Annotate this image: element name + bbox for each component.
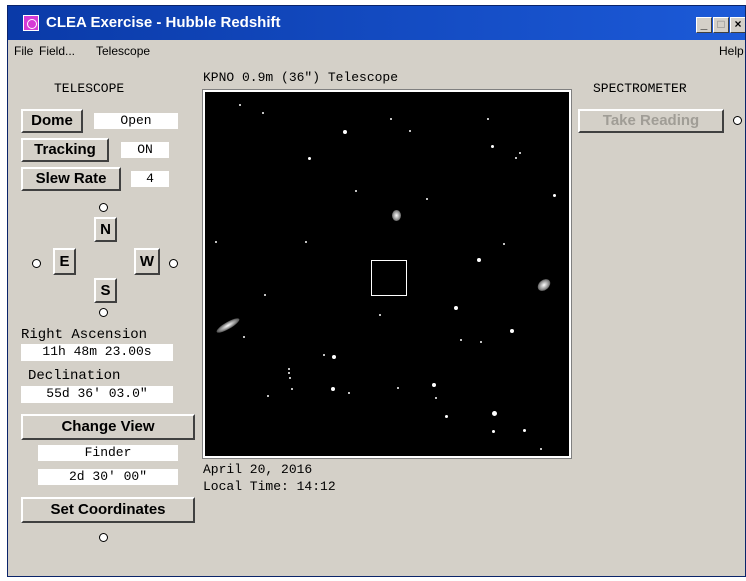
tracking-status: ON xyxy=(121,142,169,158)
star xyxy=(480,341,482,343)
star xyxy=(355,190,357,192)
south-button[interactable]: S xyxy=(94,278,117,303)
slew-rate-button-label: Slew Rate xyxy=(35,170,107,187)
galaxy-image xyxy=(214,315,242,336)
star xyxy=(243,336,245,338)
menu-telescope[interactable]: Telescope xyxy=(96,44,150,58)
menu-file[interactable]: File xyxy=(14,44,33,58)
star xyxy=(503,243,505,245)
app-window: CLEA Exercise - Hubble Redshift _ □ × Fi… xyxy=(7,5,746,577)
star xyxy=(348,392,350,394)
north-indicator xyxy=(99,203,108,212)
set-coordinates-button-label: Set Coordinates xyxy=(50,501,166,518)
star xyxy=(215,241,217,243)
star xyxy=(264,294,266,296)
star xyxy=(540,448,542,450)
close-icon[interactable]: × xyxy=(730,17,745,33)
star xyxy=(460,339,462,341)
west-button-label: W xyxy=(139,253,155,270)
south-button-label: S xyxy=(100,282,111,299)
east-indicator xyxy=(32,259,41,268)
star xyxy=(267,395,269,397)
target-reticle xyxy=(371,260,407,296)
window-title: CLEA Exercise - Hubble Redshift xyxy=(46,14,281,31)
dome-button-label: Dome xyxy=(31,112,73,129)
maximize-icon[interactable]: □ xyxy=(713,17,729,33)
ra-value: 11h 48m 23.00s xyxy=(21,344,173,361)
change-view-button-label: Change View xyxy=(61,418,155,435)
tracking-button-label: Tracking xyxy=(34,141,96,158)
star xyxy=(332,355,336,359)
star xyxy=(515,157,517,159)
menu-bar: File Field... Telescope Help xyxy=(8,40,745,62)
star xyxy=(445,415,448,418)
star xyxy=(477,258,481,262)
field-size-value: 2d 30' 00" xyxy=(38,469,178,485)
local-time-text: Local Time: 14:12 xyxy=(203,479,336,494)
minimize-icon[interactable]: _ xyxy=(696,17,712,33)
tracking-button[interactable]: Tracking xyxy=(21,138,109,162)
star xyxy=(492,411,497,416)
star xyxy=(308,157,311,160)
spectrometer-section-title: SPECTROMETER xyxy=(593,81,687,96)
dec-label: Declination xyxy=(28,368,121,384)
star xyxy=(553,194,556,197)
date-text: April 20, 2016 xyxy=(203,462,313,477)
north-button[interactable]: N xyxy=(94,217,117,242)
star xyxy=(491,145,494,148)
west-button[interactable]: W xyxy=(134,248,160,275)
slew-rate-button[interactable]: Slew Rate xyxy=(21,167,121,191)
star xyxy=(523,429,526,432)
dome-status: Open xyxy=(94,113,178,129)
south-indicator xyxy=(99,308,108,317)
app-icon xyxy=(23,15,39,31)
star xyxy=(519,152,521,154)
dome-button[interactable]: Dome xyxy=(21,109,83,133)
star xyxy=(262,112,264,114)
star xyxy=(289,377,291,379)
take-reading-button[interactable]: Take Reading xyxy=(578,109,724,133)
north-button-label: N xyxy=(100,221,111,238)
star xyxy=(409,130,411,132)
change-view-button[interactable]: Change View xyxy=(21,414,195,440)
star xyxy=(432,383,436,387)
star xyxy=(343,130,347,134)
star xyxy=(510,329,514,333)
star xyxy=(487,118,489,120)
star xyxy=(305,241,307,243)
telescope-view[interactable] xyxy=(202,89,572,459)
star xyxy=(454,306,458,310)
take-reading-button-label: Take Reading xyxy=(602,112,700,129)
dec-value: 55d 36' 03.0" xyxy=(21,386,173,403)
menu-help[interactable]: Help xyxy=(719,44,744,58)
menu-field[interactable]: Field... xyxy=(39,44,75,58)
star xyxy=(239,104,241,106)
star xyxy=(291,388,293,390)
view-mode-value: Finder xyxy=(38,445,178,461)
west-indicator xyxy=(169,259,178,268)
set-coordinates-button[interactable]: Set Coordinates xyxy=(21,497,195,523)
star xyxy=(390,118,392,120)
title-bar: CLEA Exercise - Hubble Redshift _ □ × xyxy=(8,6,745,40)
slew-rate-value: 4 xyxy=(131,171,169,187)
star xyxy=(435,397,437,399)
galaxy-image xyxy=(392,210,401,221)
viewport-title: KPNO 0.9m (36") Telescope xyxy=(203,70,399,85)
take-reading-indicator xyxy=(733,116,742,125)
star xyxy=(288,368,290,370)
star xyxy=(426,198,428,200)
set-coordinates-indicator xyxy=(99,533,108,542)
star xyxy=(379,314,381,316)
ra-label: Right Ascension xyxy=(21,327,148,343)
star xyxy=(288,372,290,374)
east-button[interactable]: E xyxy=(53,248,76,275)
galaxy-image xyxy=(535,276,553,294)
telescope-section-title: TELESCOPE xyxy=(54,81,125,96)
star xyxy=(492,430,495,433)
star xyxy=(323,354,325,356)
star xyxy=(397,387,399,389)
east-button-label: E xyxy=(59,253,70,270)
star xyxy=(331,387,335,391)
